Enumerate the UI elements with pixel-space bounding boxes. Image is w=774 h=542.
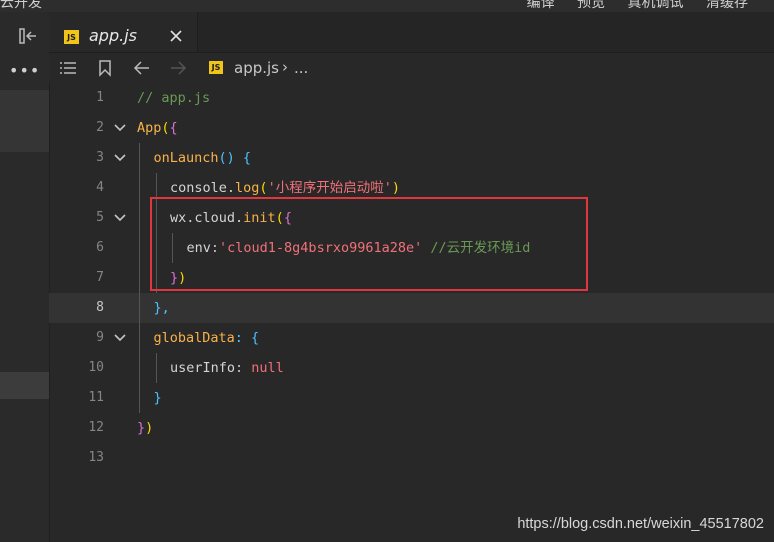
line-number: 7 — [96, 270, 104, 285]
line-number: 6 — [96, 240, 104, 255]
code-line[interactable]: 13 — [49, 443, 774, 473]
line-number: 13 — [88, 450, 104, 465]
code-token: userInfo — [170, 360, 236, 376]
line-number: 10 — [88, 360, 104, 375]
clear-cache-button[interactable]: 清缓存 — [706, 0, 748, 11]
collapse-sidebar-icon[interactable] — [18, 26, 38, 46]
code-token: ) — [145, 420, 154, 436]
code-text: App({ — [137, 113, 178, 143]
code-line[interactable]: 12}) — [49, 413, 774, 443]
js-file-icon: JS — [209, 61, 223, 74]
code-token: App — [137, 120, 162, 136]
code-token: } — [153, 390, 162, 406]
code-text: // app.js — [137, 83, 210, 113]
code-line[interactable]: 2 App({ — [49, 113, 774, 143]
code-line[interactable]: 10 userInfo: null — [49, 353, 774, 383]
code-token: ( — [161, 120, 170, 136]
code-token: ( — [259, 180, 268, 196]
code-token: '小程序开始启动啦' — [267, 180, 392, 196]
code-token: console. — [170, 180, 236, 196]
tab-app-js[interactable]: JS app.js — [49, 12, 198, 52]
forward-arrow-icon[interactable] — [169, 59, 187, 77]
code-token: null — [251, 360, 284, 376]
line-number: 9 — [96, 330, 104, 345]
indent-guide — [139, 233, 140, 263]
indent-guide — [155, 353, 157, 383]
fold-chevron-down-icon[interactable] — [114, 152, 126, 164]
highlight-annotation-box — [150, 197, 588, 291]
code-token: }, — [153, 300, 170, 316]
breadcrumb-more[interactable]: ... — [294, 59, 308, 77]
preview-button[interactable]: 预览 — [577, 0, 605, 11]
indent-guide — [139, 203, 140, 233]
indent-guide — [139, 293, 140, 323]
line-number: 1 — [96, 90, 104, 105]
code-line[interactable]: 11} — [49, 383, 774, 413]
code-text: userInfo: null — [170, 353, 284, 383]
code-token: globalData — [153, 330, 235, 346]
code-text: globalData: { — [154, 323, 260, 353]
breadcrumb: JS app.js › ... — [49, 53, 774, 83]
line-number: 8 — [96, 300, 104, 315]
line-number: 11 — [88, 390, 104, 405]
code-token: { — [169, 120, 178, 136]
line-number: 2 — [96, 120, 104, 135]
code-token: log — [235, 180, 260, 196]
sidebar-selected-item[interactable] — [0, 90, 49, 152]
line-number: 12 — [88, 420, 104, 435]
outline-list-icon[interactable] — [59, 59, 77, 77]
bookmark-icon[interactable] — [96, 59, 114, 77]
code-token: () { — [218, 150, 252, 166]
indent-guide — [139, 263, 140, 293]
code-line[interactable]: 3 onLaunch() { — [49, 143, 774, 173]
fold-chevron-down-icon[interactable] — [114, 212, 126, 224]
watermark: https://blog.csdn.net/weixin_45517802 — [517, 516, 764, 532]
code-text: } — [154, 383, 162, 413]
menubar: 云开发 编译 预览 真机调试 清缓存 — [0, 0, 774, 12]
tab-label: app.js — [89, 26, 137, 45]
breadcrumb-file[interactable]: app.js — [234, 59, 279, 77]
indent-guide — [139, 173, 140, 203]
js-file-icon: JS — [64, 30, 79, 44]
back-arrow-icon[interactable] — [133, 59, 151, 77]
indent-guide — [139, 383, 140, 413]
code-line[interactable]: 1 // app.js — [49, 83, 774, 113]
remote-debug-button[interactable]: 真机调试 — [628, 0, 684, 11]
code-text: }, — [154, 293, 170, 323]
explorer-sidebar: ••• — [0, 12, 50, 542]
line-number: 3 — [96, 150, 104, 165]
code-line[interactable]: 8}, — [49, 293, 774, 323]
code-text: onLaunch() { — [154, 143, 252, 173]
code-line[interactable]: 9 globalData: { — [49, 323, 774, 353]
code-token: onLaunch — [153, 150, 219, 166]
more-actions-icon[interactable]: ••• — [9, 63, 40, 79]
indent-guide — [139, 323, 140, 353]
code-token: : — [235, 360, 252, 376]
code-token: } — [137, 420, 146, 436]
indent-guide — [139, 353, 140, 383]
fold-chevron-down-icon[interactable] — [114, 122, 126, 134]
editor-tab-bar: JS app.js — [49, 12, 774, 53]
code-token: // app.js — [137, 90, 211, 106]
fold-chevron-down-icon[interactable] — [114, 332, 126, 344]
app-title: 云开发 — [0, 0, 42, 11]
close-icon[interactable] — [169, 28, 183, 42]
menubar-actions: 编译 预览 真机调试 清缓存 — [509, 0, 748, 12]
code-editor[interactable]: 1// app.js 2 App({3 onLaunch() {4 console.lo… — [49, 83, 774, 542]
line-number: 4 — [96, 180, 104, 195]
code-text: }) — [137, 413, 153, 443]
breadcrumb-separator: › — [282, 58, 288, 76]
sidebar-hover-item[interactable] — [0, 372, 49, 399]
code-token: ) — [391, 180, 400, 196]
code-token: : { — [234, 330, 260, 346]
line-number: 5 — [96, 210, 104, 225]
indent-guide — [139, 143, 140, 173]
compile-button[interactable]: 编译 — [527, 0, 555, 11]
